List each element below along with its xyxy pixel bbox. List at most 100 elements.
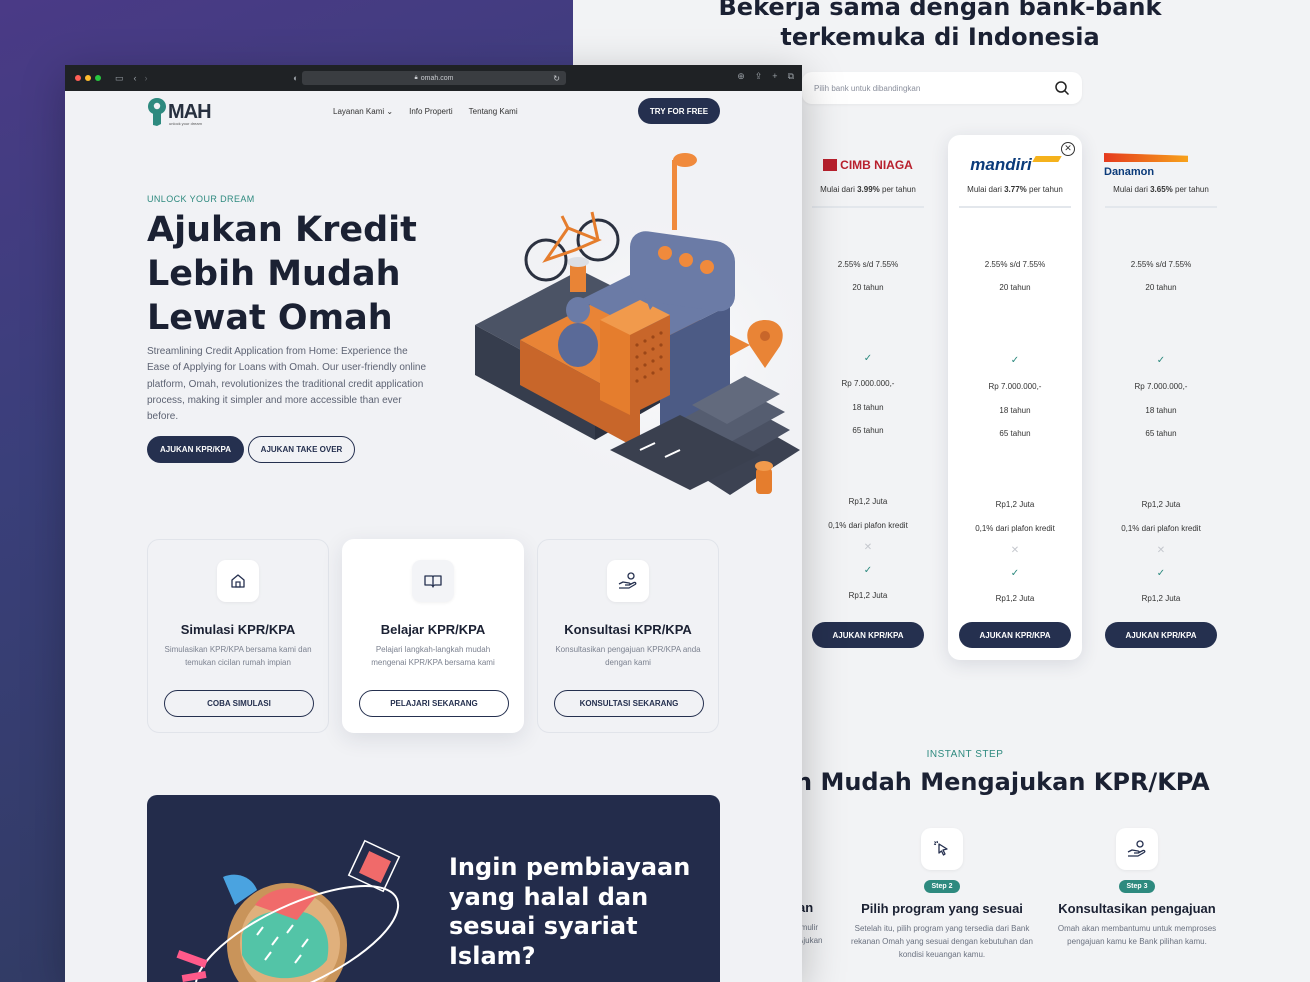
card-title: Simulasi KPR/KPA — [180, 622, 296, 637]
card-konsultasi: Konsultasi KPR/KPA Konsultasikan pengaju… — [537, 539, 719, 733]
bank-column-cimb: CIMB NIAGA Mulai dari 3.99% per tahun 2.… — [801, 135, 935, 660]
logo-tagline: unlock your dream — [169, 121, 202, 126]
consult-now-button[interactable]: KONSULTASI SEKARANG — [554, 690, 704, 717]
nav-info-properti[interactable]: Info Properti — [409, 107, 453, 116]
provision: 0,1% dari plafon kredit — [828, 521, 908, 530]
tenor: 20 tahun — [999, 283, 1031, 292]
step-1-partial-desc: rmulir Ajukan — [798, 923, 823, 945]
bank-column-mandiri: ✕ mandiri Mulai dari 3.77% per tahun 2.5… — [948, 135, 1082, 660]
bank-search-placeholder: Pilih bank untuk dibandingkan — [814, 83, 921, 93]
try-simulation-button[interactable]: COBA SIMULASI — [164, 690, 314, 717]
book-icon — [412, 560, 454, 602]
check-icon: ✓ — [1010, 355, 1020, 366]
maximize-window-dot[interactable] — [95, 75, 101, 81]
try-for-free-button[interactable]: TRY FOR FREE — [638, 98, 720, 124]
check-icon: ✓ — [863, 565, 873, 576]
apply-button-cimb[interactable]: AJUKAN KPR/KPA — [812, 622, 924, 648]
house-icon — [217, 560, 259, 602]
step-item-2: Step 2 Pilih program yang sesuai Setelah… — [847, 828, 1037, 961]
check-icon: ✓ — [1010, 568, 1020, 579]
card-title: Konsultasi KPR/KPA — [564, 622, 692, 637]
min-age: 18 tahun — [852, 403, 884, 412]
steps-heading: n Mudah Mengajukan KPR/KPA — [795, 768, 1210, 796]
forward-icon[interactable]: › — [145, 73, 148, 83]
apply-button-danamon[interactable]: AJUKAN KPR/KPA — [1105, 622, 1217, 648]
tenor: 20 tahun — [1145, 283, 1177, 292]
card-desc: Konsultasikan pengajuan KPR/KPA anda den… — [555, 645, 701, 667]
omah-logo[interactable]: MAH unlock your dream — [147, 97, 212, 127]
bank-rate: Mulai dari 3.65% per tahun — [1113, 185, 1209, 194]
search-icon[interactable] — [1054, 80, 1070, 96]
back-icon[interactable]: ‹ — [134, 73, 137, 83]
hero-eyebrow: UNLOCK YOUR DREAM — [147, 194, 255, 204]
address-bar[interactable]: 🔒︎ omah.com ↻ — [302, 71, 566, 85]
min-income: Rp 7.000.000,- — [841, 379, 895, 388]
bank-rate: Mulai dari 3.99% per tahun — [820, 185, 916, 194]
bank-column-danamon: Danamon Mulai dari 3.65% per tahun 2.55%… — [1094, 135, 1228, 660]
close-window-dot[interactable] — [75, 75, 81, 81]
card-desc: Simulasikan KPR/KPA bersama kami dan tem… — [164, 645, 312, 667]
card-belajar: Belajar KPR/KPA Pelajari langkah-langkah… — [342, 539, 524, 733]
sidebar-toggle-icon[interactable]: ▭ — [115, 73, 124, 84]
close-icon[interactable]: ✕ — [1061, 142, 1075, 156]
share-icon[interactable]: ⇪ — [755, 71, 763, 82]
bank-search-input[interactable]: Pilih bank untuk dibandingkan — [802, 72, 1082, 104]
minimize-window-dot[interactable] — [85, 75, 91, 81]
cross-icon: ✕ — [863, 542, 873, 553]
provision: 0,1% dari plafon kredit — [975, 524, 1055, 533]
apply-kpr-button[interactable]: AJUKAN KPR/KPA — [147, 436, 244, 463]
step-item-3: Step 3 Konsultasikan pengajuan Omah akan… — [1042, 828, 1232, 948]
interest-range: 2.55% s/d 7.55% — [984, 260, 1046, 269]
tenor: 20 tahun — [852, 283, 884, 292]
sharia-banner: Ingin pembiayaan yang halal dan sesuai s… — [147, 795, 720, 982]
hero-title: Ajukan Kredit Lebih Mudah Lewat Omah — [147, 210, 417, 338]
check-icon: ✓ — [863, 353, 873, 364]
danamon-logo: Danamon — [1094, 147, 1228, 183]
divider — [812, 206, 924, 208]
browser-window: ▭ ‹ › ◐ 🔒︎ omah.com ↻ ⊕ ⇪ + ⧉ MAH unlock… — [65, 65, 802, 982]
key-pin-icon — [148, 98, 166, 126]
learn-now-button[interactable]: PELAJARI SEKARANG — [359, 690, 509, 717]
max-age: 65 tahun — [999, 429, 1031, 438]
cursor-click-icon — [921, 828, 963, 870]
steps-eyebrow: INSTANT STEP — [926, 749, 1004, 760]
fee: Rp1,2 Juta — [848, 497, 888, 506]
isometric-city-illustration — [475, 153, 802, 500]
new-tab-icon[interactable]: + — [772, 71, 777, 82]
interest-range: 2.55% s/d 7.55% — [1130, 260, 1192, 269]
bank-rate: Mulai dari 3.77% per tahun — [967, 185, 1063, 194]
step-1-partial-title: an — [798, 900, 814, 915]
max-age: 65 tahun — [852, 426, 884, 435]
min-age: 18 tahun — [1145, 406, 1177, 415]
nav-layanan-kami[interactable]: Layanan Kami ⌄ — [333, 107, 393, 116]
check-icon: ✓ — [1156, 355, 1166, 366]
apply-take-over-button[interactable]: AJUKAN TAKE OVER — [248, 436, 355, 463]
apply-button-mandiri[interactable]: AJUKAN KPR/KPA — [959, 622, 1071, 648]
nav-tentang-kami[interactable]: Tentang Kami — [469, 107, 518, 116]
max-age: 65 tahun — [1145, 429, 1177, 438]
chevron-down-icon: ⌄ — [386, 107, 394, 116]
reload-icon[interactable]: ↻ — [553, 74, 560, 83]
hand-coin-icon — [607, 560, 649, 602]
tabs-overview-icon[interactable]: ⧉ — [788, 71, 794, 82]
divider — [1105, 206, 1217, 208]
admin-fee: Rp1,2 Juta — [848, 591, 888, 600]
download-icon[interactable]: ⊕ — [737, 71, 745, 82]
hero-description: Streamlining Credit Application from Hom… — [147, 346, 427, 423]
min-income: Rp 7.000.000,- — [988, 382, 1042, 391]
fee: Rp1,2 Juta — [1141, 500, 1181, 509]
step-desc: Omah akan membantumu untuk memproses pen… — [1057, 924, 1217, 946]
browser-toolbar: ▭ ‹ › ◐ 🔒︎ omah.com ↻ ⊕ ⇪ + ⧉ — [65, 65, 802, 91]
main-nav: Layanan Kami ⌄ Info Properti Tentang Kam… — [333, 107, 518, 116]
site-header: MAH unlock your dream Layanan Kami ⌄ Inf… — [65, 91, 802, 133]
admin-fee: Rp1,2 Juta — [1141, 594, 1181, 603]
cross-icon: ✕ — [1010, 545, 1020, 556]
sharia-banner-title: Ingin pembiayaan yang halal dan sesuai s… — [449, 853, 691, 970]
step-badge: Step 3 — [1119, 880, 1155, 893]
cimb-logo: CIMB NIAGA — [801, 147, 935, 183]
hand-coin-icon — [1116, 828, 1158, 870]
card-title: Belajar KPR/KPA — [380, 622, 486, 637]
step-title: Pilih program yang sesuai — [861, 901, 1023, 916]
privacy-shield-icon[interactable]: ◐ — [293, 73, 298, 83]
divider — [959, 206, 1071, 208]
